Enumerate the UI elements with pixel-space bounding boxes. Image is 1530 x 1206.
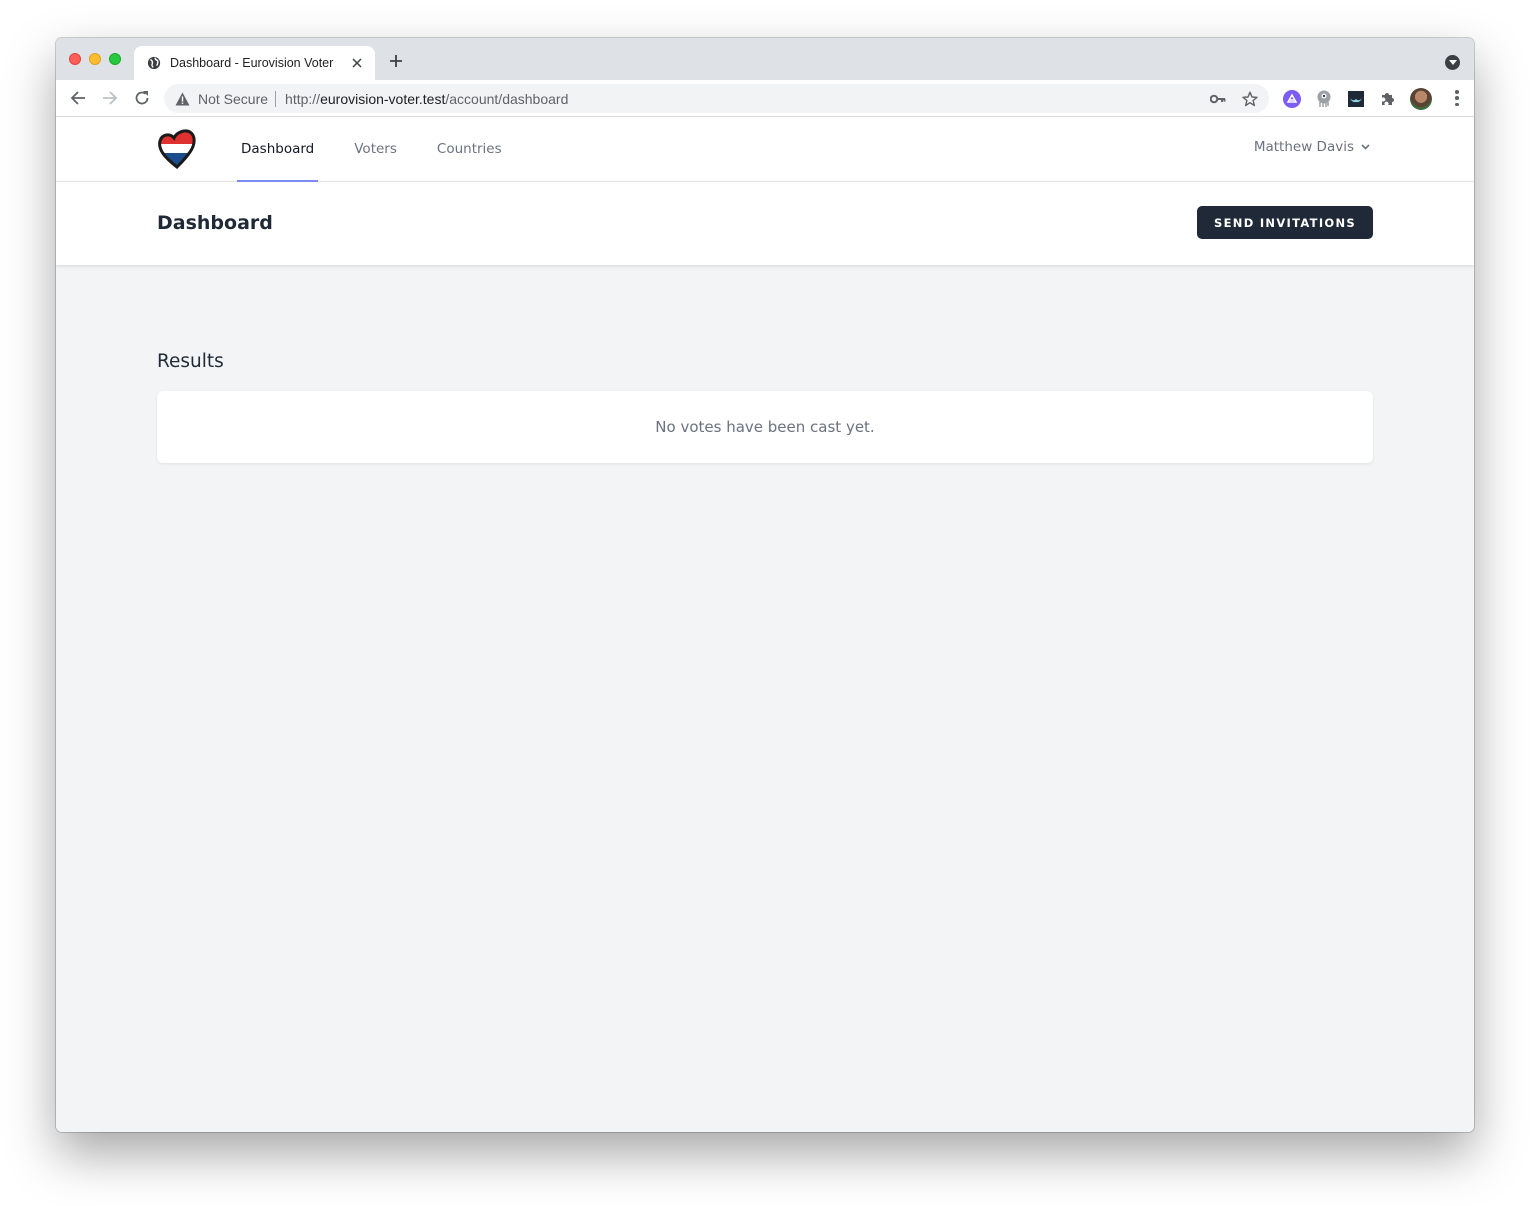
divider [275,90,277,107]
url-text[interactable]: http://eurovision-voter.test/account/das… [285,91,568,107]
reload-icon[interactable] [132,88,152,108]
send-invitations-button[interactable]: SEND INVITATIONS [1197,206,1373,239]
page-header: Dashboard SEND INVITATIONS [56,182,1474,265]
results-heading: Results [157,351,224,372]
url-host: eurovision-voter.test [320,90,446,107]
nav-voters[interactable]: Voters [350,117,401,182]
browser-window: Dashboard - Eurovision Voter Not Secure [56,38,1474,1132]
web-page: Dashboard Voters Countries Matthew Davis… [56,117,1474,1132]
close-icon[interactable] [349,55,365,71]
tab-strip: Dashboard - Eurovision Voter [56,38,1474,80]
browser-toolbar: Not Secure http://eurovision-voter.test/… [56,80,1474,117]
globe-icon [146,55,162,71]
app-navbar: Dashboard Voters Countries Matthew Davis [56,117,1474,182]
close-window-button[interactable] [69,53,81,65]
empty-state-message: No votes have been cast yet. [655,418,875,436]
results-card: No votes have been cast yet. [157,391,1373,463]
maximize-window-button[interactable] [109,53,121,65]
minimize-window-button[interactable] [89,53,101,65]
arrow-left-icon[interactable] [68,88,88,108]
extension-purple-icon[interactable] [1282,89,1302,109]
warning-triangle-icon[interactable] [174,91,190,107]
security-status[interactable]: Not Secure [198,91,268,107]
key-icon[interactable] [1209,90,1227,108]
browser-tab[interactable]: Dashboard - Eurovision Voter [134,46,375,80]
user-menu[interactable]: Matthew Davis [1254,139,1370,155]
star-icon[interactable] [1241,90,1259,108]
address-bar[interactable]: Not Secure http://eurovision-voter.test/… [164,84,1269,113]
puzzle-icon[interactable] [1378,89,1398,109]
extension-alien-icon[interactable] [1314,89,1334,109]
avatar[interactable] [1410,88,1432,110]
eurovision-heart-logo[interactable] [156,129,198,171]
extensions-area [1282,88,1432,110]
extension-dark-icon[interactable] [1346,89,1366,109]
chevron-down-icon [1360,142,1370,152]
tab-title: Dashboard - Eurovision Voter [170,56,334,70]
user-name: Matthew Davis [1253,139,1354,155]
arrow-right-icon[interactable] [100,88,120,108]
main-nav: Dashboard Voters Countries [237,117,538,182]
chevron-down-circle-icon[interactable] [1445,55,1460,70]
kebab-menu-icon[interactable] [1454,90,1460,106]
nav-dashboard[interactable]: Dashboard [237,117,319,182]
url-path: /account/dashboard [445,90,569,107]
url-scheme: http:// [285,90,321,107]
page-title: Dashboard [157,212,273,234]
nav-countries[interactable]: Countries [433,117,506,182]
plus-icon[interactable] [386,51,406,71]
